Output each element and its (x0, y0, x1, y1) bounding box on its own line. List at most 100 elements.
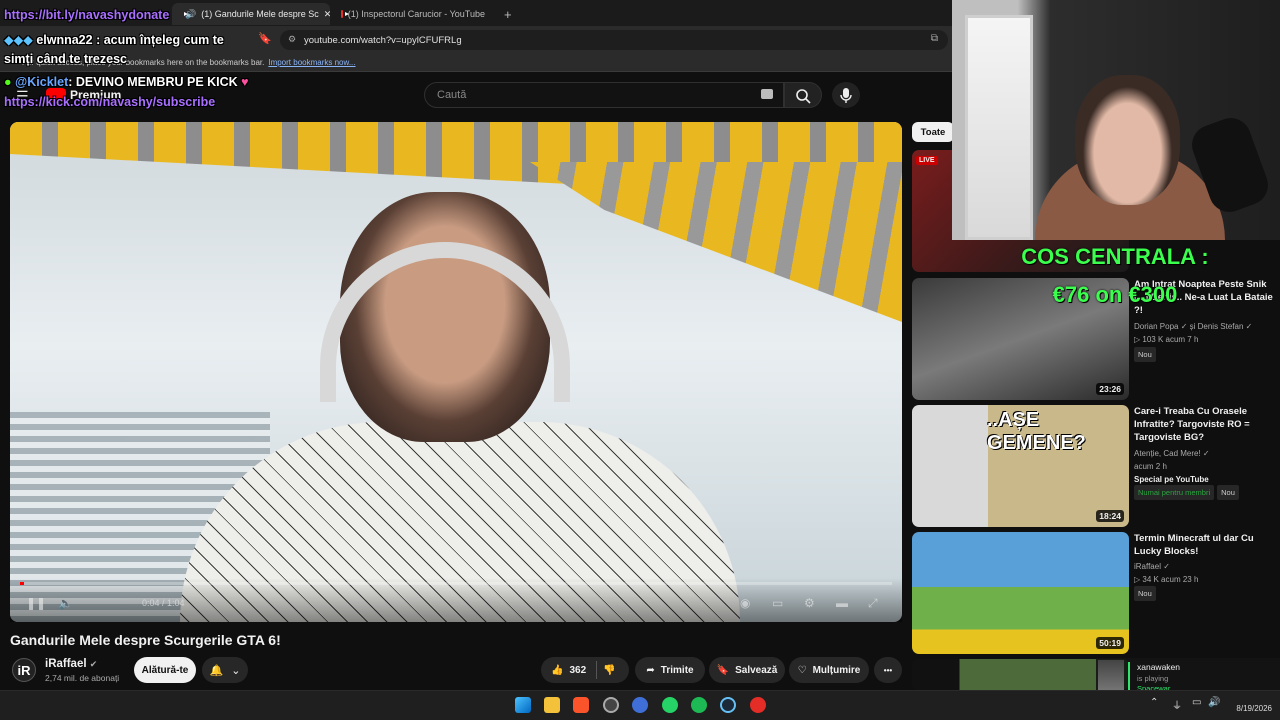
volume-tray-icon[interactable]: 🔊 (1208, 697, 1220, 708)
webcam-streamer-head (1075, 75, 1180, 205)
search-icon (796, 89, 811, 104)
keyboard-icon[interactable] (761, 89, 773, 99)
chevron-up-icon[interactable]: ⌃ (1150, 697, 1158, 708)
duration-badge: 23:26 (1096, 383, 1124, 395)
now-playing-user: xanawaken (1137, 662, 1181, 672)
channel-avatar[interactable]: iR (12, 658, 36, 682)
tab-inspectorul[interactable]: (1) Inspectorul Carucior - YouTube (333, 3, 493, 25)
bell-icon: 🔔 (209, 664, 224, 677)
youtube-app-icon[interactable] (750, 697, 766, 713)
search-button[interactable] (784, 82, 822, 108)
share-label: Trimite (660, 664, 694, 676)
display-icon[interactable]: ▭ (1192, 697, 1201, 708)
bookmarks-bar: For quick access, place your bookmarks h… (0, 54, 952, 72)
related-meta-1: ▷ 103 K acum 7 h (1134, 335, 1199, 344)
steam-icon[interactable] (720, 697, 736, 713)
chat-text: : DEVINO MEMBRU PE KICK (68, 75, 238, 89)
related-channel-1[interactable]: Dorian Popa ✓ și Denis Stefan ✓ (1134, 320, 1274, 333)
notification-bell-button[interactable]: 🔔 ⌄ (202, 657, 248, 683)
chat-badges-icon: ◆◆◆ (4, 33, 37, 47)
share-icon: ➦ (646, 664, 655, 676)
bookmark-icon[interactable]: 🔖 (258, 32, 272, 45)
more-actions-button[interactable]: ••• (874, 657, 902, 683)
thumbs-down-icon[interactable]: 👎 (603, 665, 615, 676)
chip-all[interactable]: Toate (912, 122, 954, 142)
related-title-2[interactable]: Care-i Treaba Cu Orasele Infratite? Targ… (1134, 405, 1274, 444)
chat-message-2: ● @Kicklet: DEVINO MEMBRU PE KICK ♥ (4, 75, 249, 89)
channel-name[interactable]: iRaffael ✔ (45, 658, 97, 670)
video-player[interactable] (10, 122, 902, 622)
join-button[interactable]: Alătură-te (134, 657, 196, 683)
now-playing-accent (1128, 662, 1130, 692)
site-info-icon[interactable]: ⚙ (288, 34, 296, 45)
related-thumb-3[interactable]: 50:19 (912, 532, 1129, 654)
duration-badge: 50:19 (1096, 637, 1124, 649)
clock[interactable]: 8/19/2026 (1222, 696, 1272, 714)
tab-label: (1) Gandurile Mele despre Sc (201, 9, 319, 19)
chat-donate-link: https://bit.ly/navashydonate (4, 8, 170, 22)
save-label: Salvează (735, 664, 778, 676)
close-icon[interactable]: ✕ (324, 9, 330, 20)
import-bookmarks-link[interactable]: Import bookmarks now... (268, 58, 355, 67)
tab-label: (1) Inspectorul Carucior - YouTube (347, 9, 485, 19)
related-channel-2[interactable]: Atenție, Cad Mere! ✓ (1134, 447, 1274, 460)
like-count: 362 (569, 664, 587, 676)
volume-icon[interactable]: 🔈 (58, 596, 73, 610)
chat-text: : acum înțeleg cum te (96, 33, 224, 47)
save-button[interactable]: 🔖 Salvează (709, 657, 785, 683)
like-dislike-group: 👍 362 👎 (541, 657, 629, 683)
progress-fill (20, 582, 25, 585)
spotify-icon[interactable] (691, 697, 707, 713)
windows-start-icon[interactable] (515, 697, 531, 713)
clock-date: 8/19/2026 (1236, 704, 1272, 713)
thanks-icon: ♡ (797, 664, 807, 676)
url-text: youtube.com/watch?v=upylCFUFRLg (304, 34, 462, 46)
chat-username: elwnna22 (36, 33, 93, 47)
pause-icon[interactable]: ❚❚ (26, 596, 46, 610)
share-button[interactable]: ➦ Trimite (635, 657, 705, 683)
screen: 🔊 (1) Gandurile Mele despre Sc ✕ (1) Ins… (0, 0, 1280, 720)
captions-icon[interactable]: ▭ (772, 596, 783, 610)
like-button[interactable]: 👍 362 (551, 665, 586, 676)
translate-icon[interactable]: ⧉ (931, 33, 938, 44)
settings-gear-icon[interactable]: ⚙ (804, 596, 815, 610)
chat-message-1: ◆◆◆ elwnna22 : acum înțeleg cum te (4, 32, 224, 47)
autoplay-toggle-icon[interactable]: ◉ (740, 596, 750, 610)
obs-icon[interactable] (603, 697, 619, 713)
mic-icon (840, 88, 852, 103)
video-awning-side (530, 162, 902, 322)
voice-search-button[interactable] (832, 82, 860, 108)
related-meta-2: acum 2 h (1134, 462, 1167, 471)
video-title: Gandurile Mele despre Scurgerile GTA 6! (10, 632, 281, 648)
network-icon[interactable]: ⏚ (1172, 697, 1182, 712)
time-display: 0:04 / 1:04 (142, 598, 185, 608)
webcam-window (965, 15, 1033, 240)
chrome-icon[interactable] (632, 697, 648, 713)
related-channel-3[interactable]: iRaffael ✓ (1134, 560, 1274, 573)
url-field[interactable]: ⚙ youtube.com/watch?v=upylCFUFRLg ⧉ (280, 30, 948, 50)
whatsapp-icon[interactable] (662, 697, 678, 713)
chat-kick-link: https://kick.com/navashy/subscribe (4, 95, 216, 109)
progress-bar[interactable] (20, 582, 892, 585)
tab-active[interactable]: 🔊 (1) Gandurile Mele despre Sc ✕ (172, 3, 330, 25)
verified-icon: ✔ (89, 659, 98, 669)
live-badge: LIVE (916, 156, 938, 165)
search-input[interactable]: Caută (424, 82, 784, 108)
file-explorer-icon[interactable] (544, 697, 560, 713)
kick-icon: ● (4, 75, 12, 89)
heart-icon: ♥ (241, 75, 249, 89)
chevron-down-icon: ⌄ (231, 664, 241, 677)
now-playing-avatar (1098, 660, 1124, 692)
donation-goal-amount: €76 on €300 (1052, 282, 1178, 307)
new-tab-button[interactable]: + (496, 3, 516, 25)
chat-message-1-cont: simți când te trezesc (4, 52, 127, 66)
new-badge: Nou (1134, 347, 1156, 362)
brave-browser-icon[interactable] (573, 697, 589, 713)
thanks-button[interactable]: ♡ Mulțumire (789, 657, 869, 683)
related-thumb-2[interactable]: ..AȘE GEMENE? 18:24 (912, 405, 1129, 527)
new-badge: Nou (1217, 485, 1239, 500)
theater-mode-icon[interactable]: ▬ (836, 596, 848, 610)
related-title-3[interactable]: Termin Minecraft ul dar Cu Lucky Blocks! (1134, 532, 1274, 558)
donation-goal-title: COS CENTRALA : (1021, 244, 1209, 269)
fullscreen-icon[interactable]: ⤢ (868, 596, 878, 611)
